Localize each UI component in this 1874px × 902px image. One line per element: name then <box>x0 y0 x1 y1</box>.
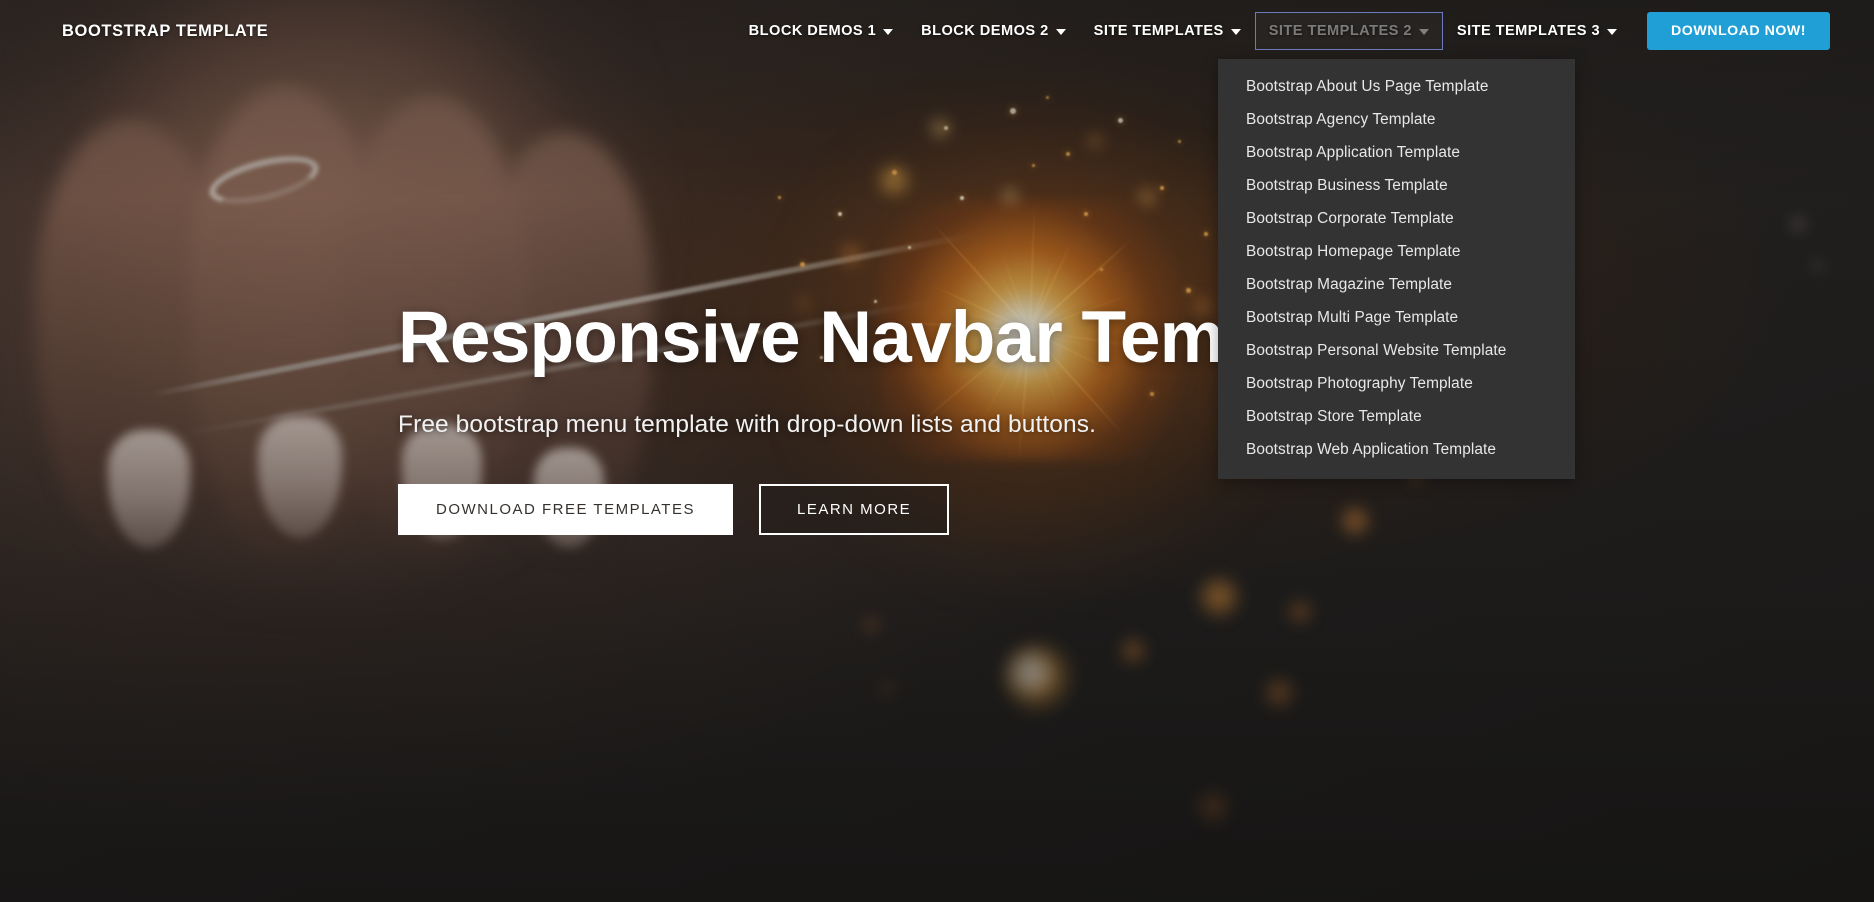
nav-item-label: BLOCK DEMOS 2 <box>921 23 1048 39</box>
dropdown-item[interactable]: Bootstrap Photography Template <box>1218 367 1575 400</box>
download-free-templates-button[interactable]: DOWNLOAD FREE TEMPLATES <box>398 484 733 535</box>
chevron-down-icon <box>1607 29 1617 35</box>
nav-item-site-templates-2[interactable]: SITE TEMPLATES 2 <box>1255 12 1443 50</box>
nav-item-block-demos-1[interactable]: BLOCK DEMOS 1 <box>735 12 907 50</box>
nav-item-site-templates-3[interactable]: SITE TEMPLATES 3 <box>1443 12 1631 50</box>
nav-item-block-demos-2[interactable]: BLOCK DEMOS 2 <box>907 12 1079 50</box>
download-now-button[interactable]: DOWNLOAD NOW! <box>1647 12 1830 50</box>
page-root: BOOTSTRAP TEMPLATE BLOCK DEMOS 1 BLOCK DE… <box>0 0 1874 902</box>
dropdown-item[interactable]: Bootstrap Magazine Template <box>1218 268 1575 301</box>
navbar-menu: BLOCK DEMOS 1 BLOCK DEMOS 2 SITE TEMPLATES… <box>735 12 1830 50</box>
dropdown-item[interactable]: Bootstrap Corporate Template <box>1218 202 1575 235</box>
dropdown-item[interactable]: Bootstrap Multi Page Template <box>1218 301 1575 334</box>
hero-button-group: DOWNLOAD FREE TEMPLATES LEARN MORE <box>398 484 1390 535</box>
chevron-down-icon <box>883 29 893 35</box>
nav-item-label: SITE TEMPLATES <box>1094 23 1224 39</box>
brand-logo[interactable]: BOOTSTRAP TEMPLATE <box>62 22 268 41</box>
dropdown-item[interactable]: Bootstrap Web Application Template <box>1218 433 1575 466</box>
navbar: BOOTSTRAP TEMPLATE BLOCK DEMOS 1 BLOCK DE… <box>0 0 1874 62</box>
dropdown-item[interactable]: Bootstrap Store Template <box>1218 400 1575 433</box>
nav-item-site-templates[interactable]: SITE TEMPLATES <box>1080 12 1255 50</box>
dropdown-item[interactable]: Bootstrap Homepage Template <box>1218 235 1575 268</box>
dropdown-item[interactable]: Bootstrap About Us Page Template <box>1218 70 1575 103</box>
chevron-down-icon <box>1231 29 1241 35</box>
dropdown-item[interactable]: Bootstrap Personal Website Template <box>1218 334 1575 367</box>
dropdown-item[interactable]: Bootstrap Agency Template <box>1218 103 1575 136</box>
learn-more-button[interactable]: LEARN MORE <box>759 484 949 535</box>
nav-item-label: SITE TEMPLATES 2 <box>1269 23 1412 39</box>
chevron-down-icon <box>1419 29 1429 35</box>
dropdown-item[interactable]: Bootstrap Business Template <box>1218 169 1575 202</box>
dropdown-item[interactable]: Bootstrap Application Template <box>1218 136 1575 169</box>
nav-item-label: SITE TEMPLATES 3 <box>1457 23 1600 39</box>
chevron-down-icon <box>1056 29 1066 35</box>
nav-item-label: BLOCK DEMOS 1 <box>749 23 876 39</box>
site-templates-2-dropdown-menu[interactable]: Bootstrap About Us Page Template Bootstra… <box>1218 59 1575 479</box>
